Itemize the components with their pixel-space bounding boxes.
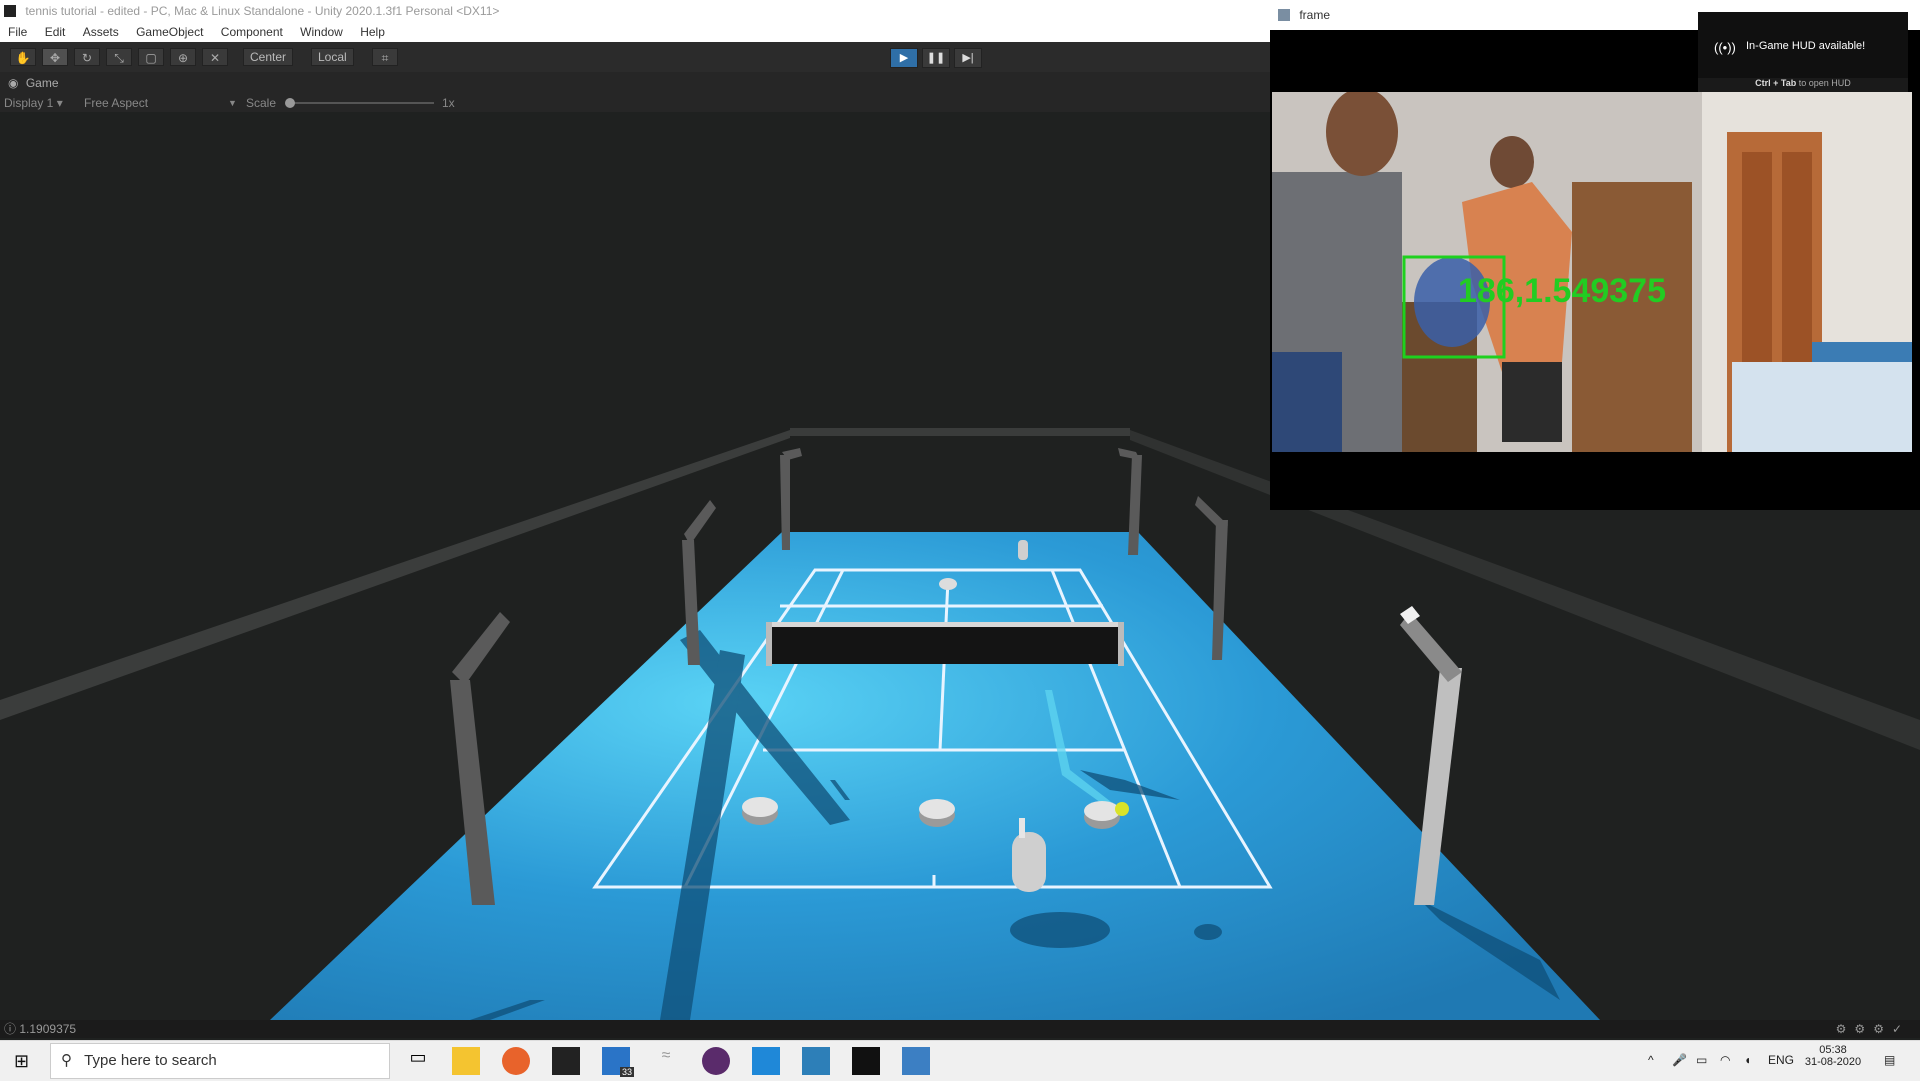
obs-icon[interactable]: [702, 1047, 730, 1075]
webcam-feed: 186,1.549375: [1272, 92, 1912, 452]
broadcast-icon: ((•)): [1714, 40, 1736, 55]
pivot-rotation-label: Local: [318, 50, 347, 64]
menu-edit[interactable]: Edit: [45, 25, 66, 39]
menu-component[interactable]: Component: [221, 25, 283, 39]
microphone-icon[interactable]: 🎤: [1672, 1053, 1687, 1067]
display-select[interactable]: Display 1 ▾: [4, 94, 63, 112]
volume-icon[interactable]: ◖: [1744, 1053, 1751, 1067]
status-icons: ⚙⚙⚙✓: [1835, 1022, 1910, 1036]
play-button[interactable]: ▶: [890, 48, 918, 68]
hud-title: In-Game HUD available!: [1746, 40, 1866, 52]
aspect-label: Free Aspect: [84, 96, 149, 110]
aspect-dropdown-icon[interactable]: ▼: [228, 94, 237, 112]
search-placeholder: Type here to search: [84, 1052, 217, 1069]
move-tool-icon[interactable]: ✥: [42, 48, 68, 66]
rotate-tool-icon[interactable]: ↻: [74, 48, 100, 66]
status-message: 1.1909375: [19, 1022, 77, 1036]
vscode-icon[interactable]: [752, 1047, 780, 1075]
game-tab[interactable]: ◉ Game: [0, 72, 1270, 94]
window-title: tennis tutorial - edited - PC, Mac & Lin…: [25, 4, 500, 18]
unity-taskbar-icon[interactable]: [852, 1047, 880, 1075]
net-tape: [768, 622, 1122, 627]
menu-gameobject[interactable]: GameObject: [136, 25, 203, 39]
info-icon: ⓘ: [4, 1022, 17, 1036]
notification-center-icon[interactable]: ▤: [1884, 1053, 1895, 1067]
detection-label: 186,1.549375: [1458, 272, 1666, 310]
step-button[interactable]: ▶|: [954, 48, 982, 68]
tray-overflow-icon[interactable]: ^: [1648, 1053, 1654, 1067]
game-view-controls: Display 1 ▾ Free Aspect ▼ Scale 1x: [0, 94, 1270, 112]
menu-help[interactable]: Help: [360, 25, 385, 39]
scale-tool-icon[interactable]: ⤡: [106, 48, 132, 66]
grid-snap-icon[interactable]: ⌗: [372, 48, 398, 66]
task-view-icon[interactable]: ▭: [404, 1047, 432, 1075]
clock-time: 05:38: [1819, 1044, 1847, 1056]
firefox-icon[interactable]: [502, 1047, 530, 1075]
pivot-mode-label: Center: [250, 50, 287, 64]
tennis-net: [768, 624, 1122, 664]
scale-slider-handle[interactable]: [285, 98, 295, 108]
taskbar-search[interactable]: ⚲ Type here to search: [50, 1043, 390, 1079]
search-icon: ⚲: [61, 1052, 72, 1069]
mail-badge: 33: [619, 1067, 634, 1077]
hand-tool-icon[interactable]: ✋: [10, 48, 36, 66]
aspect-select[interactable]: Free Aspect: [84, 94, 148, 112]
hud-notification[interactable]: ((•)) In-Game HUD available! Ctrl + Tab …: [1698, 12, 1908, 92]
mail-icon[interactable]: 33: [602, 1047, 634, 1077]
hud-hint-text: to open HUD: [1798, 78, 1851, 88]
unity-icon: [4, 5, 16, 17]
menu-window[interactable]: Window: [300, 25, 343, 39]
pivot-mode-button[interactable]: Center: [243, 48, 294, 66]
opponent-capsule: [1018, 540, 1028, 560]
unity-toolbar: ✋ ✥ ↻ ⤡ ▢ ⊕ ✕ Center Local ⌗ ▶ ❚❚ ▶|: [0, 42, 1270, 72]
tennis-ball: [1115, 802, 1129, 816]
pause-button[interactable]: ❚❚: [922, 48, 950, 68]
scale-slider[interactable]: [288, 102, 434, 104]
menu-assets[interactable]: Assets: [83, 25, 119, 39]
back-wall: [790, 428, 1130, 436]
language-indicator[interactable]: ENG: [1768, 1053, 1794, 1067]
app-dark-icon[interactable]: [552, 1047, 580, 1075]
player-racket: [1019, 818, 1025, 838]
status-bar: ⓘ 1.1909375 ⚙⚙⚙✓: [0, 1020, 1920, 1038]
opencv-frame-taskbar-icon[interactable]: [902, 1047, 930, 1075]
scale-value: 1x: [442, 96, 455, 110]
net-post-right: [1118, 622, 1124, 666]
menu-file[interactable]: File: [8, 25, 27, 39]
hud-hint-keys: Ctrl + Tab: [1755, 78, 1797, 88]
net-post-left: [766, 622, 772, 666]
game-view-icon: ◉: [8, 76, 19, 90]
game-tab-label: Game: [25, 76, 59, 90]
scale-label: Scale: [246, 96, 277, 110]
windows-start-icon[interactable]: ⊞: [14, 1051, 29, 1072]
wifi-icon[interactable]: ◠: [1720, 1053, 1730, 1067]
frame-window-icon: [1278, 9, 1290, 21]
player-capsule: [1012, 832, 1046, 892]
menu-bar: File Edit Assets GameObject Component Wi…: [0, 22, 1270, 42]
unity-title-bar: tennis tutorial - edited - PC, Mac & Lin…: [0, 0, 1270, 22]
battery-icon[interactable]: ▭: [1696, 1053, 1707, 1067]
transform-tool-icon[interactable]: ⊕: [170, 48, 196, 66]
windows-taskbar: ⊞ ⚲ Type here to search ▭ 33 ≈ ^ 🎤 ▭ ◠ ◖…: [0, 1040, 1920, 1081]
clock-date: 31-08-2020: [1804, 1056, 1862, 1068]
misc-app-icon[interactable]: ≈: [652, 1047, 680, 1075]
frame-window-title: frame: [1299, 8, 1331, 22]
rect-tool-icon[interactable]: ▢: [138, 48, 164, 66]
python-app-icon[interactable]: [802, 1047, 830, 1075]
clock[interactable]: 05:38 31-08-2020: [1800, 1044, 1866, 1068]
file-explorer-icon[interactable]: [452, 1047, 480, 1075]
hud-hint: Ctrl + Tab to open HUD: [1698, 78, 1908, 92]
display-label: Display 1: [4, 96, 54, 110]
custom-tool-icon[interactable]: ✕: [202, 48, 228, 66]
pivot-rotation-button[interactable]: Local: [311, 48, 354, 66]
